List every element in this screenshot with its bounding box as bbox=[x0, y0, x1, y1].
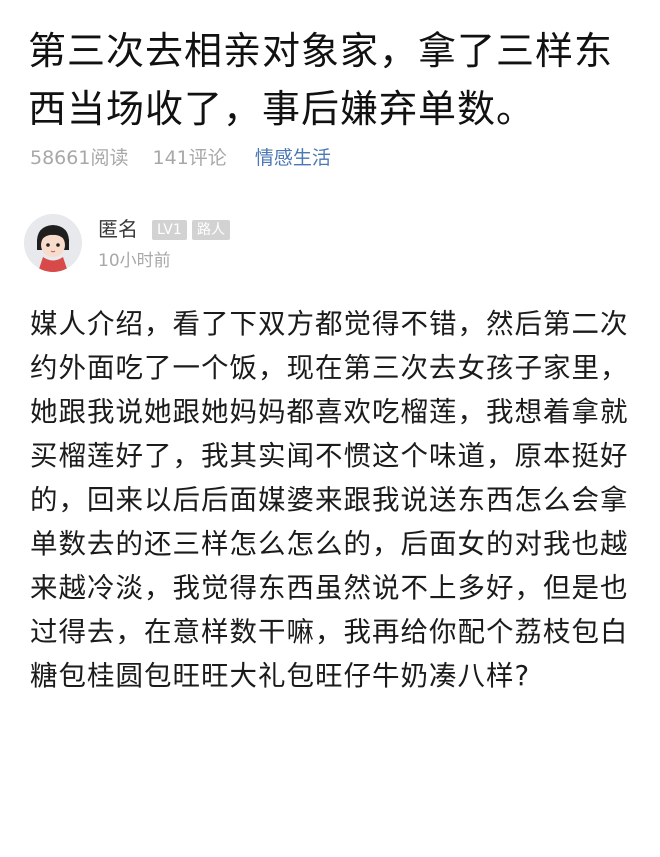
role-badge: 路人 bbox=[192, 220, 230, 240]
level-badge: LV1 bbox=[152, 220, 187, 240]
avatar[interactable] bbox=[24, 214, 82, 272]
comment-count[interactable]: 141评论 bbox=[153, 147, 227, 169]
post-title: 第三次去相亲对象家，拿了三样东西当场收了，事后嫌弃单数。 bbox=[28, 29, 614, 131]
view-count: 58661阅读 bbox=[30, 147, 129, 169]
post-meta: 58661阅读 141评论 情感生活 bbox=[30, 144, 349, 172]
author-name[interactable]: 匿名 bbox=[98, 216, 138, 242]
cartoon-girl-avatar-icon bbox=[24, 214, 82, 272]
post-time: 10小时前 bbox=[98, 251, 171, 271]
category-link[interactable]: 情感生活 bbox=[255, 147, 331, 169]
post-body: 媒人介绍，看了下双方都觉得不错，然后第二次约外面吃了一个饭，现在第三次去女孩子家… bbox=[30, 308, 629, 692]
